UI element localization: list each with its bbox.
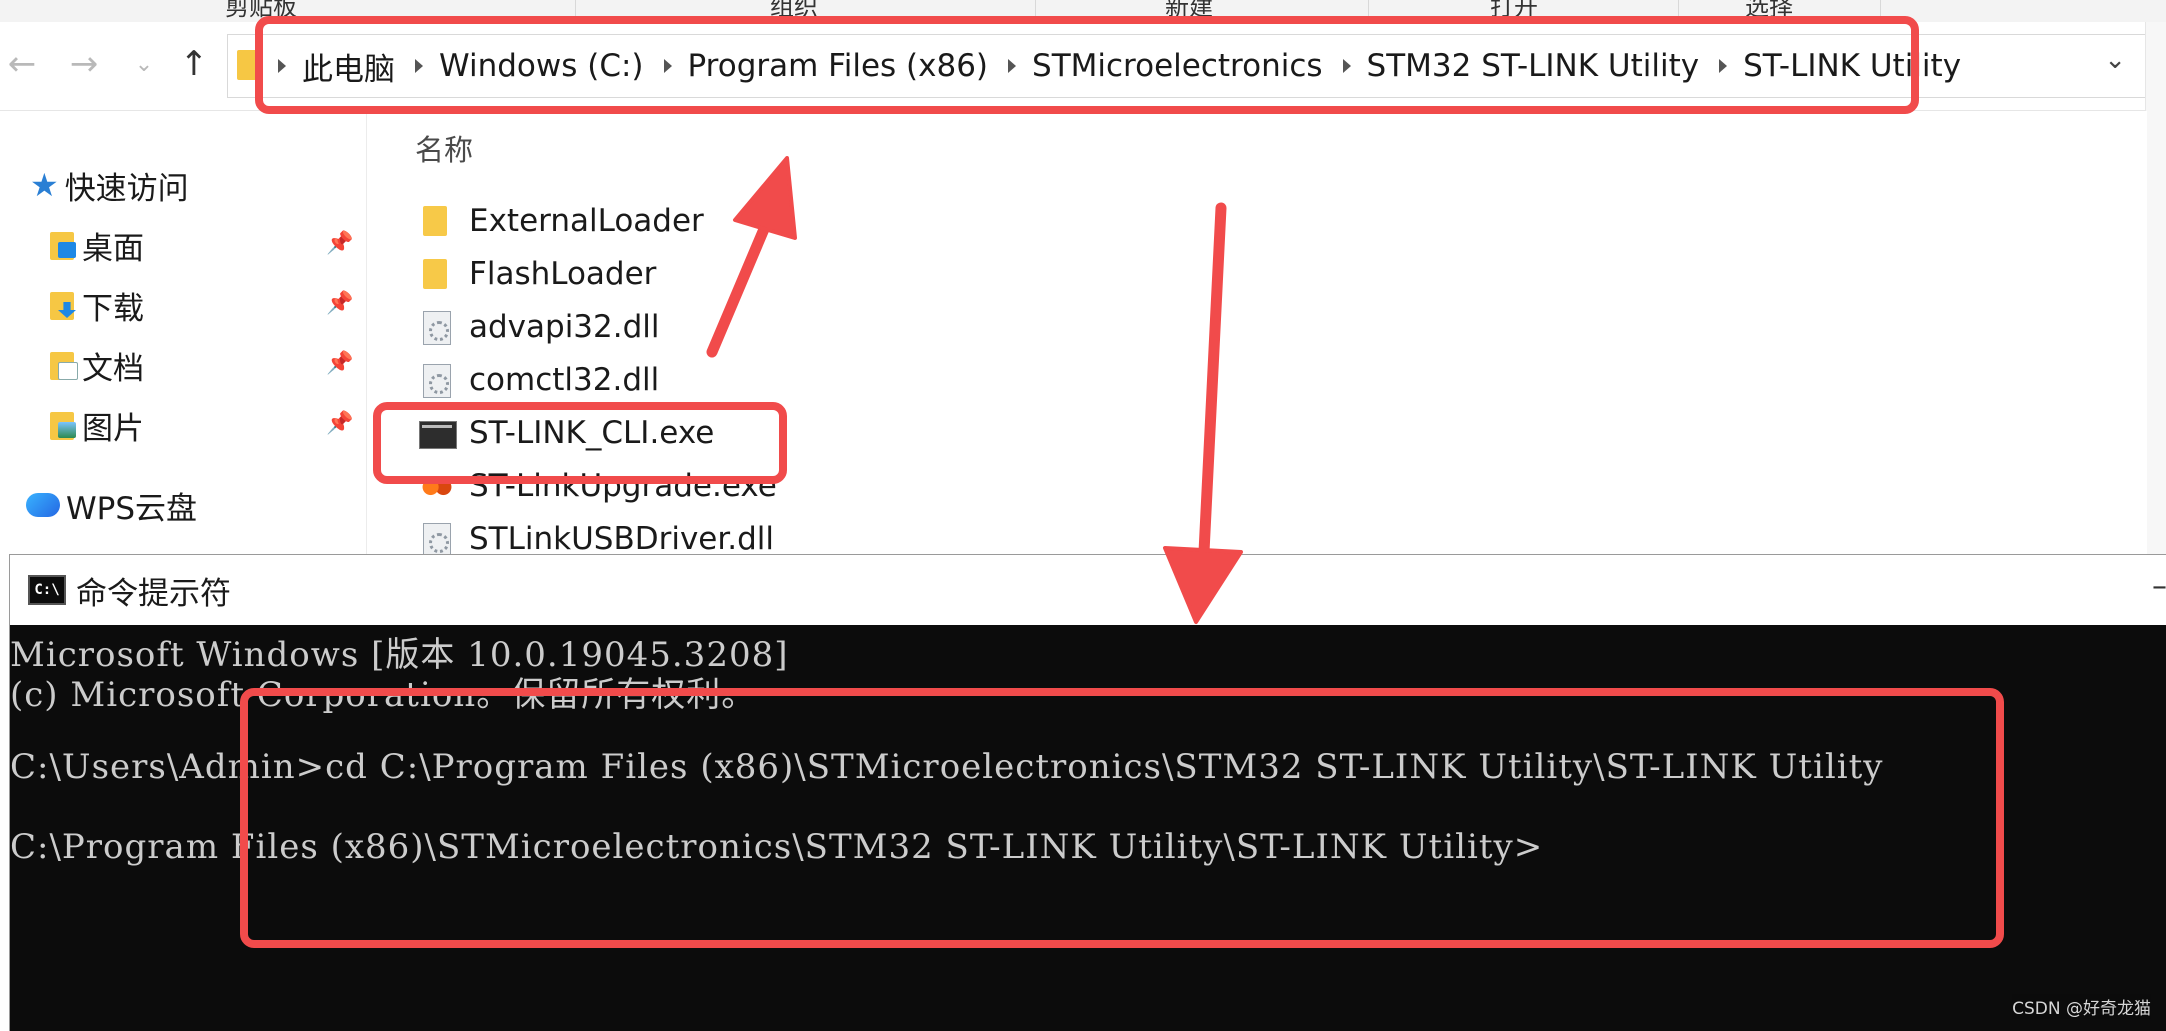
breadcrumb-chevron-icon[interactable] (1719, 59, 1728, 73)
pictures-folder-icon (48, 408, 78, 442)
breadcrumb: 此电脑 Windows (C:) Program Files (x86) STM… (278, 35, 1961, 97)
star-icon: ★ (30, 166, 59, 204)
file-name: ST-LinkUpgrade.exe (469, 468, 777, 504)
breadcrumb-stm32-st-link-utility[interactable]: STM32 ST-LINK Utility (1367, 48, 1700, 84)
dll-file-icon (419, 309, 455, 345)
file-name: advapi32.dll (469, 309, 660, 345)
breadcrumb-chevron-icon[interactable] (1008, 59, 1017, 73)
sidebar-item-label: 文档 (82, 350, 144, 387)
sidebar-item-quick-access[interactable]: ★ 快速访问 (30, 163, 189, 207)
up-arrow-icon[interactable]: ↑ (172, 42, 216, 86)
file-name: ST-LINK_CLI.exe (469, 415, 715, 451)
documents-folder-icon (48, 348, 78, 382)
breadcrumb-chevron-icon[interactable] (1342, 59, 1351, 73)
ribbon-group-clipboard[interactable]: 剪贴板 (225, 0, 297, 22)
vertical-scrollbar[interactable] (2145, 22, 2166, 554)
desktop-folder-icon (48, 228, 78, 262)
window-title: 命令提示符 (76, 575, 231, 612)
breadcrumb-this-pc[interactable]: 此电脑 (302, 44, 395, 89)
sidebar-item-documents[interactable]: 文档 (48, 343, 144, 387)
pin-icon[interactable]: 📌 (326, 351, 353, 376)
console-app-icon (419, 415, 457, 451)
folder-icon (419, 256, 455, 292)
ribbon-strip: 剪贴板 组织 新建 打开 选择 (0, 0, 2166, 23)
ribbon-separator (1678, 0, 1679, 22)
dll-file-icon (419, 521, 455, 554)
sidebar-item-label: 下载 (82, 290, 144, 327)
address-bar[interactable]: 此电脑 Windows (C:) Program Files (x86) STM… (227, 34, 2149, 98)
console-line: (c) Microsoft Corporation。保留所有权利。 (10, 675, 757, 715)
file-row-folder[interactable]: FlashLoader (419, 250, 656, 298)
dll-file-icon (419, 362, 455, 398)
breadcrumb-drive-c[interactable]: Windows (C:) (439, 48, 644, 84)
sidebar-item-pictures[interactable]: 图片 (48, 403, 144, 447)
recent-locations-chevron-icon[interactable]: ⌄ (122, 42, 166, 86)
minimize-icon[interactable]: – (2152, 569, 2166, 604)
sidebar-item-downloads[interactable]: 下载 (48, 283, 144, 327)
sidebar-item-label: WPS云盘 (66, 490, 198, 527)
address-dropdown-chevron-icon[interactable]: ⌄ (2104, 45, 2126, 75)
console-prompt-line: C:\Program Files (x86)\STMicroelectronic… (10, 827, 1544, 867)
breadcrumb-chevron-icon[interactable] (663, 59, 672, 73)
breadcrumb-st-link-utility[interactable]: ST-LINK Utility (1743, 48, 1961, 84)
file-name: comctl32.dll (469, 362, 660, 398)
breadcrumb-chevron-icon[interactable] (278, 59, 286, 73)
ribbon-separator (575, 0, 576, 22)
file-row-folder[interactable]: ExternalLoader (419, 197, 704, 245)
pin-icon[interactable]: 📌 (326, 231, 353, 256)
folder-icon (419, 203, 455, 239)
console-line: C:\Users\Admin>cd C:\Program Files (x86)… (10, 747, 1884, 787)
forward-arrow-icon[interactable]: → (62, 42, 106, 86)
file-row-dll[interactable]: advapi32.dll (419, 303, 660, 351)
file-name: STLinkUSBDriver.dll (469, 521, 775, 554)
ribbon-group-open[interactable]: 打开 (1490, 0, 1538, 22)
sidebar-item-label: 桌面 (82, 230, 144, 267)
sidebar-item-label: 快速访问 (64, 170, 189, 207)
sidebar-item-desktop[interactable]: 桌面 (48, 223, 144, 267)
file-row-exe[interactable]: ST-LinkUpgrade.exe (419, 462, 777, 510)
sidebar-item-wps-cloud[interactable]: WPS云盘 (26, 483, 197, 527)
console-output[interactable]: Microsoft Windows [版本 10.0.19045.3208] (… (10, 625, 2166, 1031)
navigation-pane: ★ 快速访问 桌面 📌 下载 📌 文档 📌 图片 📌 WPS云盘 (0, 111, 367, 554)
watermark: CSDN @好奇龙猫 (2012, 994, 2151, 1019)
ribbon-separator (1368, 0, 1369, 22)
command-prompt-window[interactable]: C:\ 命令提示符 – Microsoft Windows [版本 10.0.1… (9, 554, 2166, 1031)
cmd-title-bar[interactable]: C:\ 命令提示符 – (10, 555, 2166, 625)
downloads-folder-icon (48, 288, 78, 322)
ribbon-separator (1035, 0, 1036, 22)
breadcrumb-program-files-x86[interactable]: Program Files (x86) (688, 48, 989, 84)
pin-icon[interactable]: 📌 (326, 411, 353, 436)
ribbon-group-new[interactable]: 新建 (1165, 0, 1213, 22)
file-row-dll[interactable]: STLinkUSBDriver.dll (419, 515, 774, 554)
upgrade-app-icon (419, 468, 455, 504)
navigation-bar: ← → ⌄ ↑ 此电脑 Windows (C:) Program Files (… (0, 22, 2166, 111)
ribbon-separator (1880, 0, 1881, 22)
cloud-icon (26, 493, 60, 517)
file-row-st-link-cli-exe[interactable]: ST-LINK_CLI.exe (419, 409, 714, 457)
sidebar-item-label: 图片 (82, 410, 144, 447)
breadcrumb-chevron-icon[interactable] (415, 59, 423, 73)
file-list: 名称 ExternalLoader FlashLoader advapi32.d… (367, 111, 2147, 554)
back-arrow-icon[interactable]: ← (0, 42, 44, 86)
ribbon-group-organize[interactable]: 组织 (770, 0, 818, 22)
file-row-dll[interactable]: comctl32.dll (419, 356, 659, 404)
file-name: ExternalLoader (469, 203, 704, 239)
column-header-name[interactable]: 名称 (415, 127, 473, 169)
ribbon-group-select[interactable]: 选择 (1745, 0, 1793, 22)
cmd-app-icon: C:\ (28, 575, 66, 605)
folder-icon (237, 50, 259, 80)
breadcrumb-stmicroelectronics[interactable]: STMicroelectronics (1032, 48, 1323, 84)
pin-icon[interactable]: 📌 (326, 291, 353, 316)
file-name: FlashLoader (469, 256, 657, 292)
